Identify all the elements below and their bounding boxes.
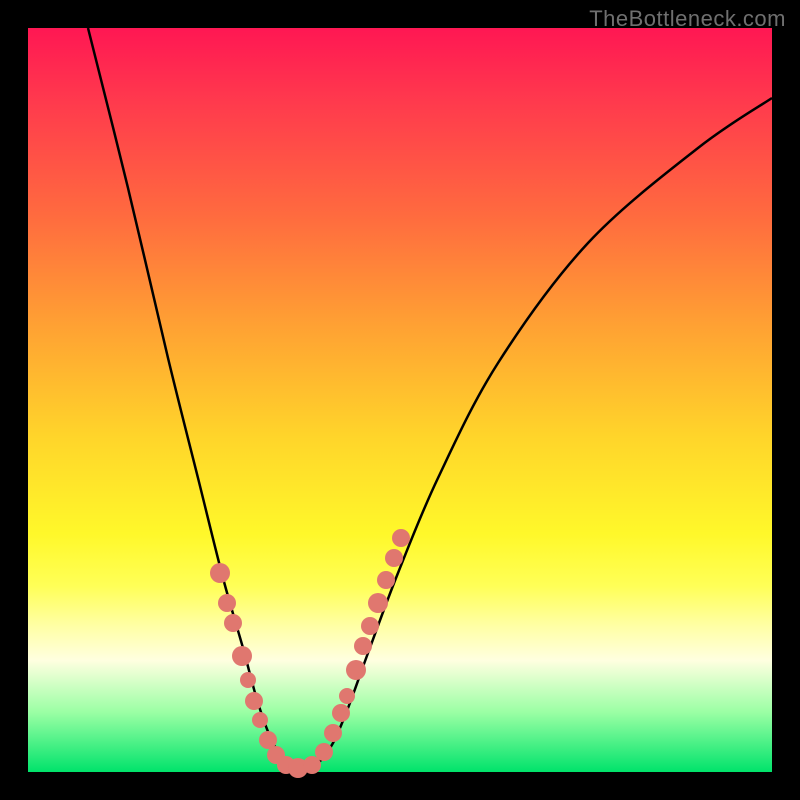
marker-dot [385, 549, 403, 567]
marker-dot [240, 672, 256, 688]
marker-group [210, 529, 410, 778]
marker-dot [368, 593, 388, 613]
marker-dot [339, 688, 355, 704]
marker-dot [377, 571, 395, 589]
marker-dot [218, 594, 236, 612]
marker-dot [332, 704, 350, 722]
watermark-text: TheBottleneck.com [589, 6, 786, 32]
marker-dot [224, 614, 242, 632]
marker-dot [232, 646, 252, 666]
marker-dot [354, 637, 372, 655]
marker-dot [361, 617, 379, 635]
marker-dot [210, 563, 230, 583]
marker-dot [252, 712, 268, 728]
marker-dot [315, 743, 333, 761]
bottleneck-curve [88, 28, 772, 768]
marker-dot [346, 660, 366, 680]
marker-dot [245, 692, 263, 710]
bottleneck-chart [28, 28, 772, 772]
marker-dot [324, 724, 342, 742]
marker-dot [392, 529, 410, 547]
plot-area [28, 28, 772, 772]
